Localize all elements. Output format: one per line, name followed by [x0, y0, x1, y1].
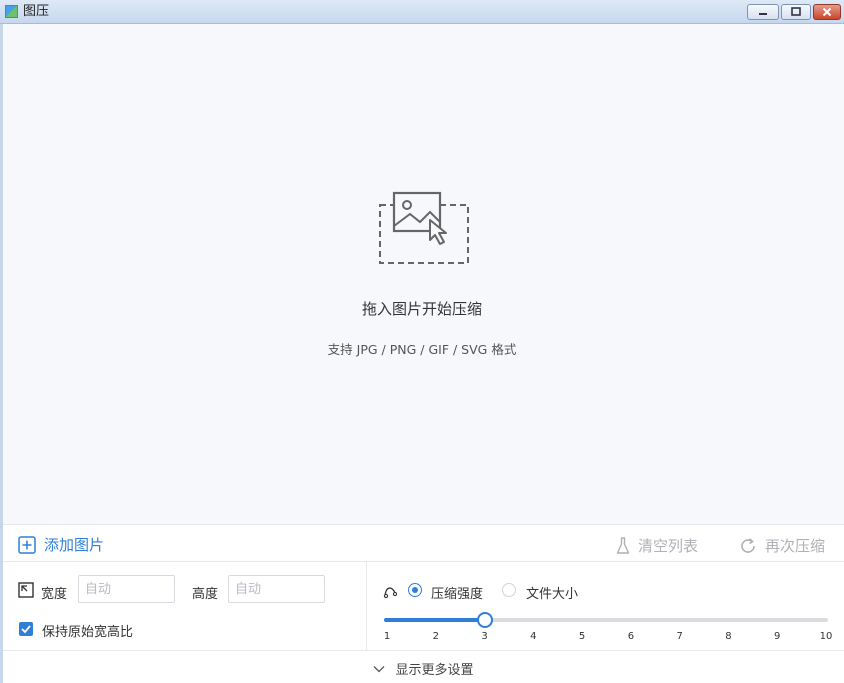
add-image-button[interactable]: 添加图片 — [18, 534, 104, 555]
checkmark-icon — [21, 625, 31, 634]
slider-tick-label: 7 — [676, 631, 683, 642]
app-icon — [5, 5, 18, 18]
slider-tick-label: 5 — [578, 631, 586, 642]
slider-fill — [384, 618, 485, 622]
more-settings-bar: 显示更多设置 — [3, 650, 844, 683]
width-label: 宽度 — [41, 587, 68, 602]
slider-tick-label: 10 — [819, 631, 833, 642]
maximize-button[interactable] — [781, 4, 811, 20]
slider-tick-label: 2 — [432, 631, 439, 642]
slider-tick-label: 4 — [530, 631, 537, 642]
window-title: 图压 — [23, 4, 50, 19]
keep-ratio-checkbox[interactable] — [19, 622, 33, 636]
drop-zone[interactable] — [3, 24, 844, 524]
slider-thumb[interactable] — [476, 612, 493, 628]
file-size-radio[interactable] — [502, 583, 516, 597]
close-button[interactable] — [813, 4, 841, 20]
minimize-icon — [759, 13, 767, 15]
resize-icon — [18, 582, 34, 598]
clear-list-label: 清空列表 — [638, 537, 699, 555]
keep-ratio-label: 保持原始宽高比 — [42, 625, 134, 640]
show-more-label: 显示更多设置 — [395, 663, 474, 678]
slider-tick-label: 3 — [481, 631, 488, 642]
compress-strength-label: 压缩强度 — [431, 587, 484, 602]
slider-tick-label: 8 — [725, 631, 732, 642]
settings-divider — [366, 562, 367, 650]
maximize-icon — [791, 7, 801, 16]
file-size-label: 文件大小 — [526, 587, 579, 602]
close-icon — [822, 7, 832, 17]
show-more-settings-button[interactable]: 显示更多设置 — [373, 659, 474, 678]
height-input[interactable] — [228, 575, 325, 603]
title-bar: 图压 — [0, 0, 844, 24]
flask-icon — [616, 536, 630, 554]
compress-strength-radio[interactable] — [408, 583, 422, 597]
add-icon — [18, 535, 36, 554]
toolbar: 添加图片 清空列表 再次压缩 — [3, 524, 844, 562]
recompress-button[interactable]: 再次压缩 — [739, 535, 825, 556]
refresh-icon — [741, 537, 755, 553]
chevron-down-icon — [374, 665, 385, 672]
compress-curve-icon — [383, 587, 398, 599]
add-image-label: 添加图片 — [44, 536, 105, 554]
image-drop-icon — [379, 191, 469, 264]
slider-tick-label: 6 — [627, 631, 635, 642]
height-label: 高度 — [192, 587, 219, 602]
width-input[interactable] — [78, 575, 175, 603]
clear-list-button[interactable]: 清空列表 — [616, 535, 698, 556]
slider-tick-label: 1 — [383, 631, 391, 642]
slider-tick-label: 9 — [774, 631, 781, 642]
drop-title: 拖入图片开始压缩 — [361, 300, 482, 318]
recompress-label: 再次压缩 — [765, 537, 826, 555]
minimize-button[interactable] — [747, 4, 779, 20]
drop-subtitle: 支持 JPG / PNG / GIF / SVG 格式 — [327, 342, 517, 357]
compress-slider[interactable] — [384, 612, 828, 628]
